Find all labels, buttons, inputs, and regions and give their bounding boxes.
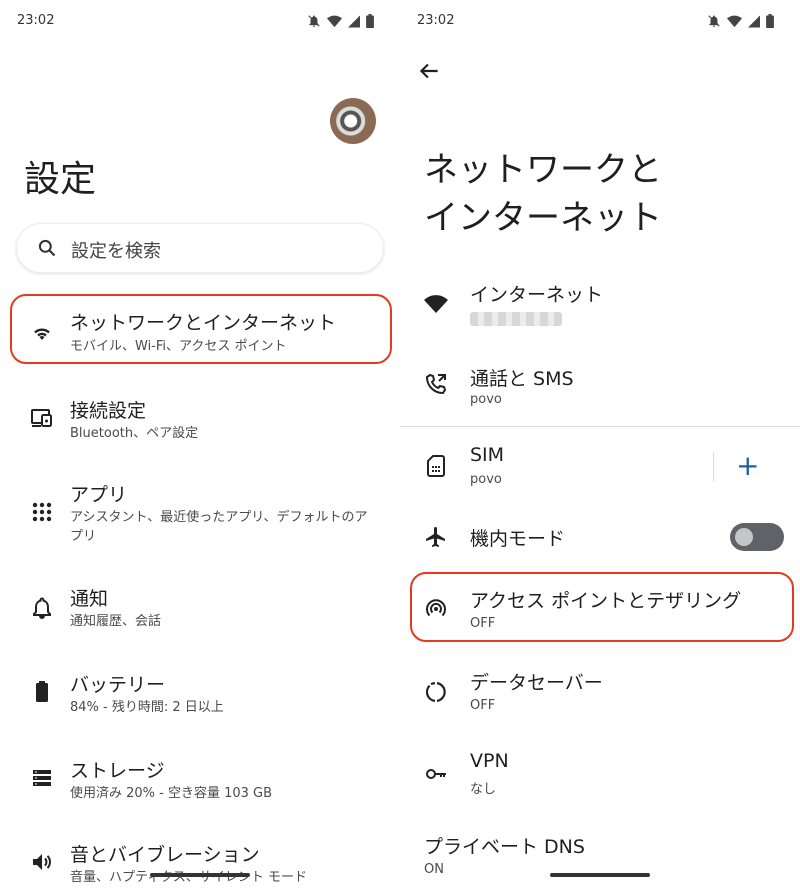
network-item-title: プライベート DNS (424, 836, 585, 858)
settings-item-title: ストレージ (70, 760, 165, 782)
mute-bell-icon (708, 15, 720, 27)
status-time: 23:02 (417, 13, 455, 28)
settings-item-title: 通知 (70, 588, 109, 610)
network-item-subtitle: povo (470, 472, 502, 487)
settings-item-connected-devices[interactable]: 接続設定 Bluetooth、ペア設定 (0, 388, 400, 448)
page-title-line2: インターネット (424, 198, 662, 238)
network-item-subtitle: OFF (470, 616, 496, 631)
section-divider (400, 426, 800, 427)
network-item-title: SIM (470, 444, 505, 466)
settings-item-notifications[interactable]: 通知 通知履歴、会話 (0, 578, 400, 638)
settings-item-battery[interactable]: バッテリー 84% - 残り時間: 2 日以上 (0, 664, 400, 724)
settings-item-title: 音とバイブレーション (70, 844, 260, 866)
airplane-icon (426, 527, 445, 547)
data-saver-icon (425, 682, 446, 702)
network-item-hotspot[interactable]: アクセス ポイントとテザリング OFF (400, 582, 800, 634)
page-title: 設定 (24, 159, 97, 200)
mute-bell-icon (308, 15, 320, 27)
settings-item-subtitle: 使用済み 20% - 空き容量 103 GB (70, 786, 273, 801)
settings-item-title: バッテリー (70, 674, 166, 696)
network-item-title: インターネット (470, 284, 604, 306)
network-item-subtitle: なし (470, 782, 497, 797)
settings-item-sound[interactable]: 音とバイブレーション 音量、ハプティクス、サイレント モード (0, 836, 400, 889)
bell-icon (33, 597, 51, 620)
battery-icon (36, 681, 48, 702)
wifi-status-icon (727, 15, 742, 27)
settings-item-subtitle: Bluetooth、ペア設定 (70, 426, 199, 441)
wifi-icon (424, 295, 448, 313)
settings-main-screen: 23:02 設定 設定を検索 ネットワークとインターネット モバイル、Wi-Fi… (0, 0, 400, 889)
settings-item-apps[interactable]: アプリ アシスタント、最近使ったアプリ、デフォルトのアプリ (0, 472, 400, 548)
battery-status-icon (766, 14, 774, 28)
network-item-title: VPN (470, 750, 509, 772)
settings-item-title: アプリ (70, 484, 128, 506)
network-item-subtitle: ON (424, 862, 444, 877)
settings-item-subtitle: アシスタント、最近使ったアプリ、デフォルトのアプリ (70, 510, 368, 544)
network-item-calls-sms[interactable]: 通話と SMS povo (400, 360, 800, 412)
settings-item-title: ネットワークとインターネット (70, 312, 337, 334)
signal-icon (348, 15, 360, 27)
network-item-title: 機内モード (470, 528, 566, 550)
network-item-vpn[interactable]: VPN なし (400, 748, 800, 800)
status-time: 23:02 (17, 13, 55, 28)
network-internet-screen: 23:02 ネットワークと インターネット インターネット 通話と SMS po… (400, 0, 800, 889)
toggle-knob (735, 528, 753, 546)
avatar[interactable] (330, 98, 376, 144)
signal-icon (748, 15, 760, 27)
search-bar[interactable]: 設定を検索 (16, 223, 384, 273)
settings-item-network[interactable]: ネットワークとインターネット モバイル、Wi-Fi、アクセス ポイント (0, 300, 400, 362)
connected-devices-icon (31, 409, 52, 427)
hotspot-icon (426, 599, 446, 617)
status-icons (707, 14, 774, 28)
sim-card-icon (427, 455, 445, 477)
settings-item-subtitle: 84% - 残り時間: 2 日以上 (70, 700, 224, 715)
network-item-title: データセーバー (470, 672, 603, 694)
status-icons (307, 14, 374, 28)
network-item-subtitle: OFF (470, 698, 496, 713)
airplane-mode-toggle[interactable] (730, 523, 784, 551)
apps-grid-icon (32, 502, 52, 522)
network-item-title: 通話と SMS (470, 368, 574, 390)
settings-item-subtitle: モバイル、Wi-Fi、アクセス ポイント (70, 339, 287, 354)
vpn-key-icon (426, 769, 446, 779)
page-title-line1: ネットワークと (424, 150, 662, 190)
settings-item-subtitle: 通知履歴、会話 (70, 614, 162, 629)
status-bar: 23:02 (0, 0, 400, 44)
network-item-private-dns[interactable]: プライベート DNS ON (400, 830, 800, 889)
network-item-title: アクセス ポイントとテザリング (470, 590, 742, 612)
settings-item-storage[interactable]: ストレージ 使用済み 20% - 空き容量 103 GB (0, 750, 400, 810)
add-sim-button[interactable]: + (736, 452, 759, 480)
wifi-status-icon (327, 15, 342, 27)
phone-forward-icon (425, 373, 447, 395)
gesture-nav-bar[interactable] (550, 873, 650, 877)
redacted-network-name (470, 312, 562, 326)
network-item-subtitle: povo (470, 392, 502, 407)
sim-separator (713, 452, 714, 482)
search-placeholder: 設定を検索 (71, 241, 161, 262)
volume-icon (33, 854, 51, 870)
settings-item-subtitle: 音量、ハプティクス、サイレント モード (70, 870, 307, 885)
storage-icon (33, 770, 51, 786)
status-bar: 23:02 (400, 0, 800, 44)
battery-status-icon (366, 14, 374, 28)
search-icon (38, 239, 56, 257)
back-arrow-icon[interactable] (416, 58, 442, 84)
network-item-data-saver[interactable]: データセーバー OFF (400, 666, 800, 718)
wifi-icon (34, 328, 50, 340)
settings-item-title: 接続設定 (70, 400, 147, 422)
gesture-nav-bar[interactable] (150, 873, 250, 877)
network-item-internet[interactable]: インターネット (400, 276, 800, 336)
page-title: ネットワークと インターネット (424, 146, 662, 242)
